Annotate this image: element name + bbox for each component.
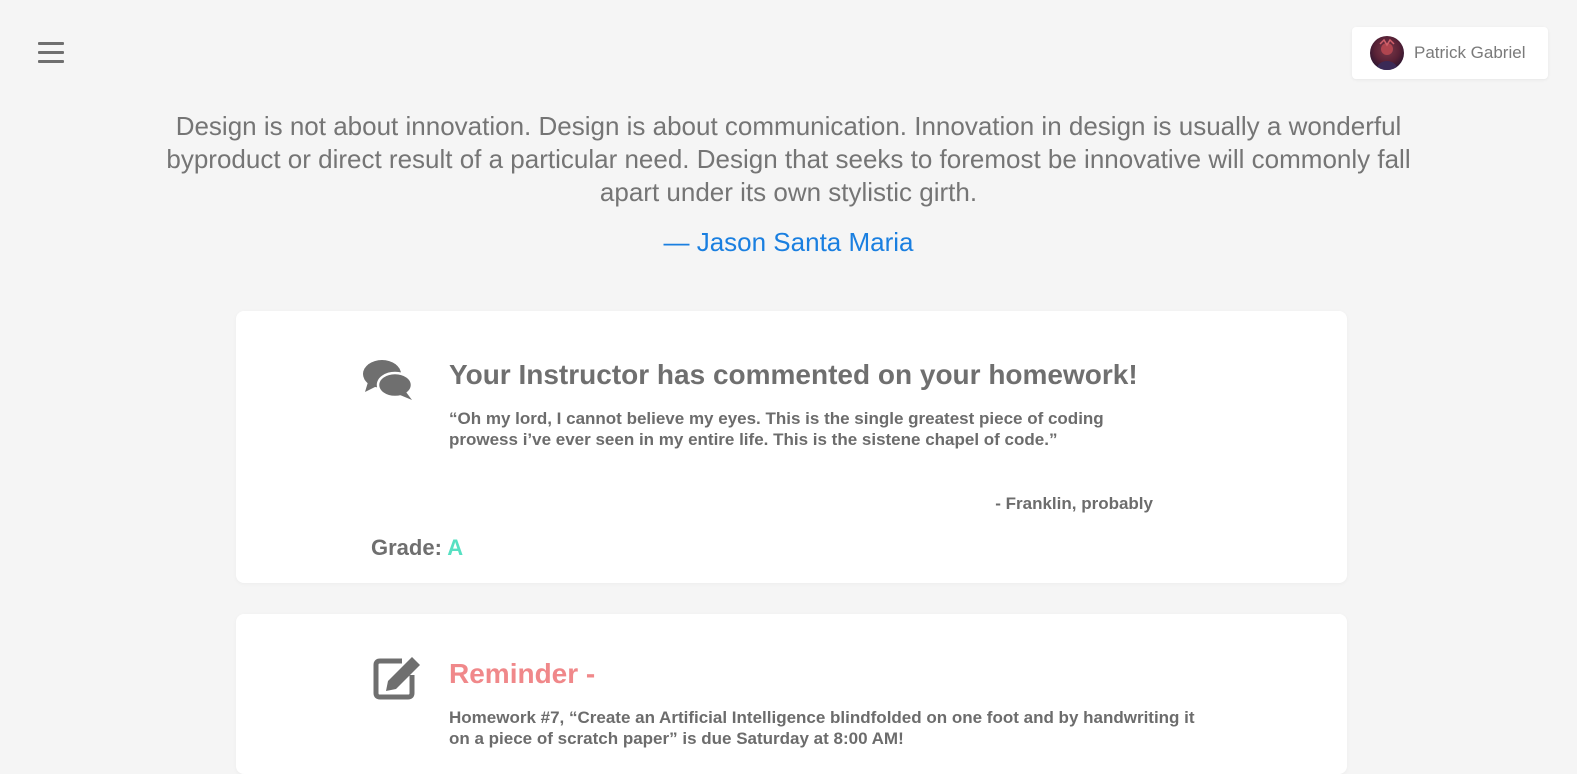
menu-bar xyxy=(38,60,64,63)
instructor-comment-card: Your Instructor has commented on your ho… xyxy=(236,311,1347,583)
card-body: Homework #7, “Create an Artificial Intel… xyxy=(449,708,1195,748)
hamburger-menu-icon[interactable] xyxy=(38,42,64,66)
reminder-card: Reminder - Homework #7, “Create an Artif… xyxy=(236,614,1347,774)
grade-label: Grade: xyxy=(371,535,442,560)
user-name: Patrick Gabriel xyxy=(1414,43,1526,62)
quote-text: Design is not about innovation. Design i… xyxy=(166,111,1411,207)
grade: Grade: A xyxy=(371,535,463,561)
card-body: “Oh my lord, I cannot believe my eyes. T… xyxy=(449,409,1104,449)
menu-bar xyxy=(38,51,64,54)
avatar xyxy=(1370,36,1404,70)
comments-icon xyxy=(362,358,414,407)
menu-bar xyxy=(38,42,64,45)
quote-author: — Jason Santa Maria xyxy=(663,227,914,257)
edit-icon xyxy=(372,653,424,706)
user-menu-button[interactable]: Patrick Gabriel xyxy=(1352,27,1548,79)
card-title: Reminder - xyxy=(449,658,596,689)
card-title: Your Instructor has commented on your ho… xyxy=(449,359,1138,390)
grade-value: A xyxy=(447,535,464,560)
comment-attribution: - Franklin, probably xyxy=(995,494,1153,513)
